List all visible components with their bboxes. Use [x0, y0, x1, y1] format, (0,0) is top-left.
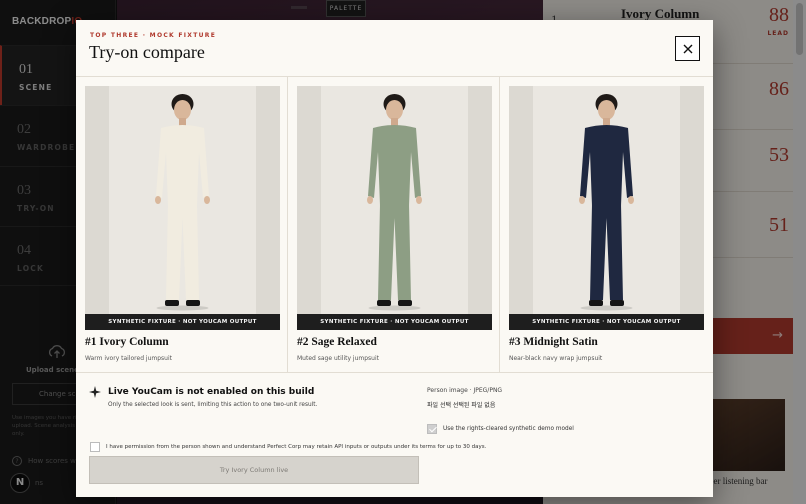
close-button[interactable] [675, 36, 700, 61]
try-live-button[interactable]: Try Ivory Column live [89, 456, 419, 484]
permission-option[interactable]: I have permission from the person shown … [90, 436, 486, 455]
look-card[interactable]: SYNTHETIC FIXTURE · NOT YOUCAM OUTPUT #2… [288, 77, 500, 372]
model-figure [367, 94, 422, 311]
look-subtitle: Warm ivory tailored jumpsuit [85, 355, 172, 362]
look-image: SYNTHETIC FIXTURE · NOT YOUCAM OUTPUT [297, 86, 492, 330]
model-figure [579, 94, 634, 311]
try-on-compare-dialog: TOP THREE · MOCK FIXTURE Try-on compare … [76, 20, 713, 497]
divider [76, 372, 713, 373]
look-subtitle: Muted sage utility jumpsuit [297, 355, 379, 362]
model-figure [155, 94, 210, 311]
look-image: SYNTHETIC FIXTURE · NOT YOUCAM OUTPUT [85, 86, 280, 330]
synthetic-badge: SYNTHETIC FIXTURE · NOT YOUCAM OUTPUT [509, 314, 704, 330]
notice-title: Live YouCam is not enabled on this build [108, 387, 315, 397]
permission-checkbox[interactable] [90, 441, 100, 452]
dialog-eyebrow: TOP THREE · MOCK FIXTURE [90, 32, 217, 39]
look-card[interactable]: SYNTHETIC FIXTURE · NOT YOUCAM OUTPUT #3… [500, 77, 713, 372]
notice-subtitle: Only the selected look is sent, limiting… [108, 402, 318, 408]
sparkle-icon [89, 386, 101, 398]
synthetic-badge: SYNTHETIC FIXTURE · NOT YOUCAM OUTPUT [297, 314, 492, 330]
person-image-file-input[interactable]: 파일 선택 선택된 파일 없음 [427, 400, 495, 409]
look-image: SYNTHETIC FIXTURE · NOT YOUCAM OUTPUT [509, 86, 704, 330]
close-icon [683, 44, 693, 54]
look-title: #1 Ivory Column [85, 336, 169, 348]
look-title: #2 Sage Relaxed [297, 336, 377, 348]
look-subtitle: Near-black navy wrap jumpsuit [509, 355, 603, 362]
synthetic-badge: SYNTHETIC FIXTURE · NOT YOUCAM OUTPUT [85, 314, 280, 330]
permission-label: I have permission from the person shown … [106, 443, 487, 450]
demo-model-option[interactable]: Use the rights-cleared synthetic demo mo… [427, 418, 574, 434]
person-image-label: Person image · JPEG/PNG [427, 387, 503, 394]
look-title: #3 Midnight Satin [509, 336, 598, 348]
demo-model-checkbox[interactable] [427, 423, 437, 434]
dialog-title: Try-on compare [89, 42, 205, 62]
compare-cards: SYNTHETIC FIXTURE · NOT YOUCAM OUTPUT #1… [76, 77, 713, 372]
look-card[interactable]: SYNTHETIC FIXTURE · NOT YOUCAM OUTPUT #1… [76, 77, 288, 372]
demo-model-label: Use the rights-cleared synthetic demo mo… [443, 425, 574, 432]
